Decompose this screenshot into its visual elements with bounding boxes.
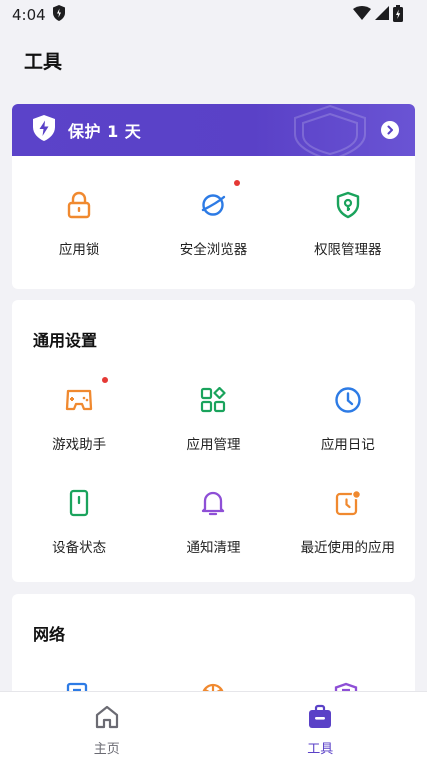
- tool-permission-manager[interactable]: 权限管理器: [281, 190, 415, 258]
- top-tools-grid: 应用锁 安全浏览器 权限管理器: [12, 156, 415, 258]
- tool-notification-cleanup[interactable]: 通知清理: [146, 488, 280, 556]
- cellular-signal-icon: [375, 6, 389, 24]
- shield-status-icon: [52, 5, 66, 25]
- shield-bolt-icon: [32, 115, 56, 145]
- chevron-right-icon[interactable]: [381, 121, 399, 139]
- phone-icon: [64, 488, 94, 518]
- tool-label: 应用日记: [321, 433, 375, 453]
- tool-safe-browser[interactable]: 安全浏览器: [146, 190, 280, 258]
- tool-label: 设备状态: [52, 536, 106, 556]
- battery-icon: [393, 5, 403, 26]
- tool-app-management[interactable]: 应用管理: [146, 385, 280, 453]
- nav-label-home: 主页: [94, 738, 120, 757]
- tool-label: 安全浏览器: [180, 238, 248, 258]
- section-title-network: 网络: [33, 621, 65, 645]
- toolbox-icon: [307, 704, 333, 734]
- tool-label: 应用锁: [59, 238, 100, 258]
- banner-decoration-icon: [285, 104, 375, 156]
- new-badge-dot: [102, 377, 108, 383]
- nav-item-tools[interactable]: 工具: [214, 692, 427, 760]
- protection-card: 保护 1 天 应用锁 安全浏览器 权限管理器: [12, 104, 415, 289]
- bottom-navigation: 主页 工具: [0, 691, 427, 760]
- lock-icon: [64, 190, 94, 220]
- clock-icon: [333, 385, 363, 415]
- tool-recent-apps[interactable]: 最近使用的应用: [281, 488, 415, 556]
- tool-device-status[interactable]: 设备状态: [12, 488, 146, 556]
- section-title-general: 通用设置: [33, 327, 97, 351]
- gamepad-icon: [64, 385, 94, 415]
- general-settings-card: 通用设置 游戏助手 应用管理 应用日记: [12, 300, 415, 582]
- banner-title: 保护 1 天: [68, 118, 141, 142]
- protection-banner[interactable]: 保护 1 天: [12, 104, 415, 156]
- apps-grid-icon: [198, 385, 228, 415]
- tool-game-assistant[interactable]: 游戏助手: [12, 385, 146, 453]
- tool-label: 应用管理: [186, 433, 240, 453]
- nav-label-tools: 工具: [307, 738, 333, 757]
- status-time: 4:04: [12, 6, 46, 24]
- planet-icon: [198, 190, 228, 220]
- tool-label: 通知清理: [186, 536, 240, 556]
- tool-app-diary[interactable]: 应用日记: [281, 385, 415, 453]
- tool-label: 权限管理器: [314, 238, 382, 258]
- page-title: 工具: [24, 47, 62, 74]
- new-badge-dot: [234, 180, 240, 186]
- tool-label: 游戏助手: [52, 433, 106, 453]
- wifi-icon: [353, 6, 371, 24]
- tool-app-lock[interactable]: 应用锁: [12, 190, 146, 258]
- shield-key-icon: [333, 190, 363, 220]
- nav-item-home[interactable]: 主页: [0, 692, 214, 760]
- bell-icon: [198, 488, 228, 518]
- recent-apps-icon: [333, 488, 363, 518]
- home-icon: [94, 704, 120, 734]
- status-bar: 4:04: [0, 0, 427, 30]
- tool-label: 最近使用的应用: [301, 536, 396, 556]
